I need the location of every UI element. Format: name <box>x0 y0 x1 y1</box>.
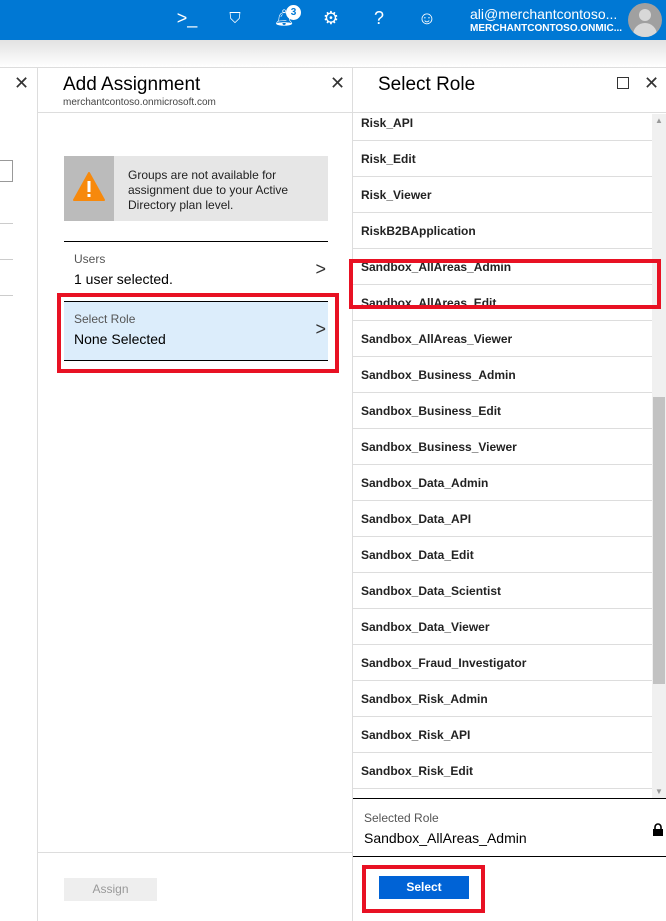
divider <box>0 259 13 260</box>
select-role-blade: Select Role ✕ Risk_API Risk_Edit Risk_View… <box>349 67 666 921</box>
scroll-up-icon[interactable]: ▲ <box>652 116 666 125</box>
user-email: ali@merchantcontoso... <box>470 6 618 22</box>
role-item[interactable]: Sandbox_Fraud_Investigator <box>353 645 652 681</box>
divider <box>0 295 13 296</box>
breadcrumb-area <box>0 40 666 67</box>
role-item[interactable]: Sandbox_Business_Admin <box>353 357 652 393</box>
role-item[interactable]: Sandbox_Data_API <box>353 501 652 537</box>
blade-title: Add Assignment <box>63 74 201 95</box>
scrollbar-thumb[interactable] <box>653 397 665 684</box>
blade-subtitle: merchantcontoso.onmicrosoft.com <box>63 97 216 108</box>
close-icon[interactable]: ✕ <box>14 73 29 94</box>
highlight-box <box>57 293 339 373</box>
selected-role-section: Selected Role Sandbox_AllAreas_Admin <box>353 798 666 857</box>
users-label: Users <box>74 252 106 266</box>
role-item[interactable]: Sandbox_Data_Admin <box>353 465 652 501</box>
close-icon[interactable]: ✕ <box>330 73 345 94</box>
users-selector[interactable]: Users 1 user selected. > <box>64 241 328 301</box>
role-item[interactable]: Risk_API <box>353 114 652 141</box>
directory-filter-icon[interactable]: ⛉ <box>223 10 247 27</box>
lock-icon <box>653 823 663 836</box>
role-item[interactable]: Sandbox_Business_Edit <box>353 393 652 429</box>
footer-divider <box>38 852 353 853</box>
help-icon[interactable]: ? <box>367 8 391 29</box>
warning-text: Groups are not available for assignment … <box>128 168 289 212</box>
avatar[interactable] <box>628 3 662 37</box>
close-icon[interactable]: ✕ <box>644 73 659 94</box>
role-item[interactable]: Sandbox_Data_Edit <box>353 537 652 573</box>
role-item[interactable]: Sandbox_Risk_API <box>353 717 652 753</box>
account-menu[interactable]: ali@merchantcontoso... MERCHANTCONTOSO.O… <box>470 6 623 34</box>
settings-icon[interactable]: ⚙ <box>319 8 343 29</box>
top-bar: >_ ⛉ 🔔︎ 3 ⚙ ? ☺ ali@merchantcontoso... M… <box>0 0 666 40</box>
selected-role-value: Sandbox_AllAreas_Admin <box>364 830 527 846</box>
select-button[interactable]: Select <box>379 876 469 899</box>
role-item[interactable]: Sandbox_AllAreas_Viewer <box>353 321 652 357</box>
role-item[interactable]: RiskB2BApplication <box>353 213 652 249</box>
previous-blade: ✕ <box>0 67 38 921</box>
warning-banner: Groups are not available for assignment … <box>64 156 328 221</box>
cloud-shell-icon[interactable]: >_ <box>175 8 199 29</box>
maximize-icon[interactable] <box>617 77 629 89</box>
divider <box>0 223 13 224</box>
add-assignment-blade: Add Assignment merchantcontoso.onmicroso… <box>38 67 353 921</box>
role-item[interactable]: Risk_Viewer <box>353 177 652 213</box>
collapsed-input <box>0 160 13 182</box>
role-item[interactable]: Risk_Edit <box>353 141 652 177</box>
blade-header: Select Role ✕ <box>353 68 666 113</box>
scrollbar[interactable]: ▲ ▼ <box>652 114 666 798</box>
role-item[interactable]: Sandbox_Data_Viewer <box>353 609 652 645</box>
highlight-box <box>349 259 661 309</box>
blade-header: Add Assignment merchantcontoso.onmicroso… <box>38 68 352 113</box>
warning-icon <box>64 156 114 221</box>
tenant-name: MERCHANTCONTOSO.ONMIC... <box>470 23 623 34</box>
selected-role-label: Selected Role <box>364 811 439 825</box>
role-item[interactable]: Sandbox_Risk_Edit <box>353 753 652 789</box>
chevron-right-icon: > <box>315 259 326 279</box>
role-item[interactable]: Sandbox_Risk_Admin <box>353 681 652 717</box>
scroll-down-icon[interactable]: ▼ <box>652 787 666 796</box>
blade-title: Select Role <box>378 74 476 95</box>
notification-badge: 3 <box>286 5 301 20</box>
role-item[interactable]: Sandbox_Business_Viewer <box>353 429 652 465</box>
assign-button[interactable]: Assign <box>64 878 157 901</box>
role-item[interactable]: Sandbox_Data_Scientist <box>353 573 652 609</box>
role-list: Risk_API Risk_Edit Risk_Viewer RiskB2BAppli… <box>353 114 666 798</box>
feedback-smiley-icon[interactable]: ☺ <box>415 8 439 29</box>
users-value: 1 user selected. <box>74 271 173 287</box>
